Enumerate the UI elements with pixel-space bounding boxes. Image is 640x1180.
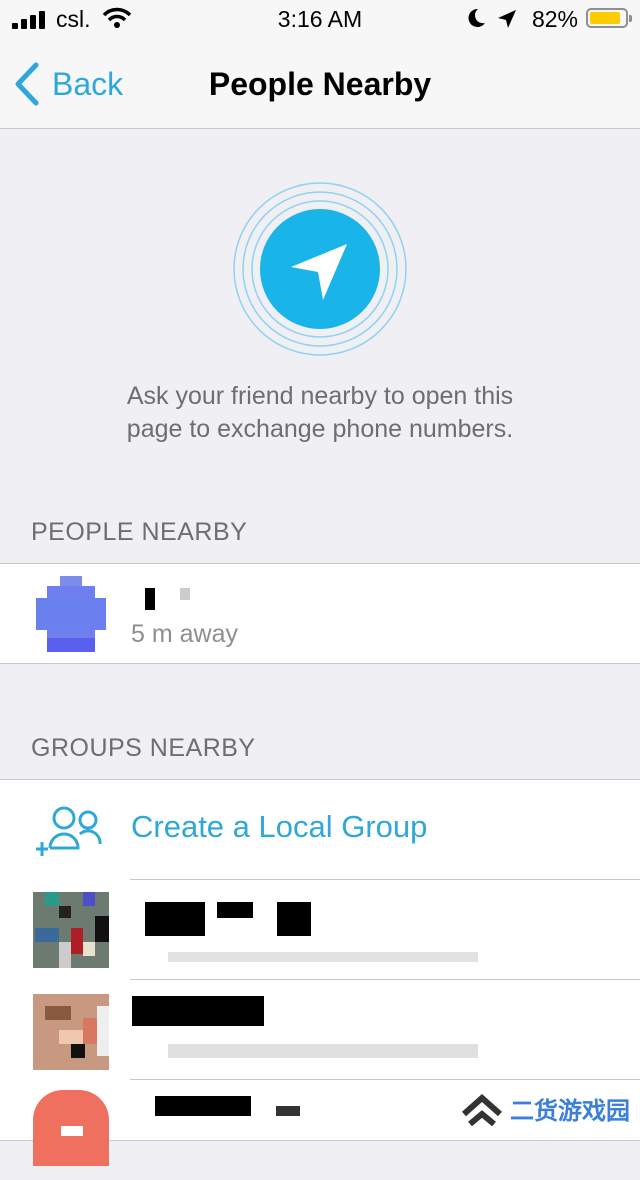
- people-nearby-header: PEOPLE NEARBY: [31, 518, 248, 546]
- page-title: People Nearby: [208, 66, 432, 102]
- location-arrow-icon: [498, 10, 516, 28]
- avatar: [33, 994, 109, 1070]
- avatar: [33, 576, 109, 652]
- status-bar: csl. 3:16 AM 82%: [0, 0, 640, 40]
- list-item[interactable]: 5 m away: [0, 564, 640, 664]
- add-group-icon: [36, 806, 102, 856]
- create-group-label: Create a Local Group: [131, 809, 428, 844]
- distance-label: 5 m away: [131, 620, 238, 648]
- avatar: [33, 1090, 109, 1166]
- name-redacted: [155, 1096, 251, 1116]
- watermark: 二货游戏园: [460, 1091, 630, 1126]
- people-nearby-list: 5 m away: [0, 563, 640, 664]
- list-item[interactable]: [0, 880, 640, 980]
- navigation-bar: Back People Nearby: [0, 40, 640, 129]
- chevron-up-icon: [462, 1093, 502, 1126]
- watermark-text: 二货游戏园: [510, 1098, 630, 1125]
- location-radar-icon: [233, 182, 407, 356]
- moon-icon: [468, 8, 485, 27]
- create-local-group-button[interactable]: Create a Local Group: [0, 780, 640, 880]
- groups-nearby-header: GROUPS NEARBY: [31, 734, 256, 762]
- groups-nearby-list: Create a Local Group: [0, 779, 640, 1166]
- name-redacted: [145, 902, 205, 936]
- name-redacted: [145, 588, 155, 610]
- name-redacted: [132, 996, 264, 1026]
- list-item[interactable]: [0, 980, 640, 1080]
- avatar: [33, 892, 109, 968]
- instructions-text: Ask your friend nearby to open this page…: [126, 382, 514, 443]
- battery-icon: [586, 8, 632, 28]
- battery-percent: 82%: [531, 6, 578, 32]
